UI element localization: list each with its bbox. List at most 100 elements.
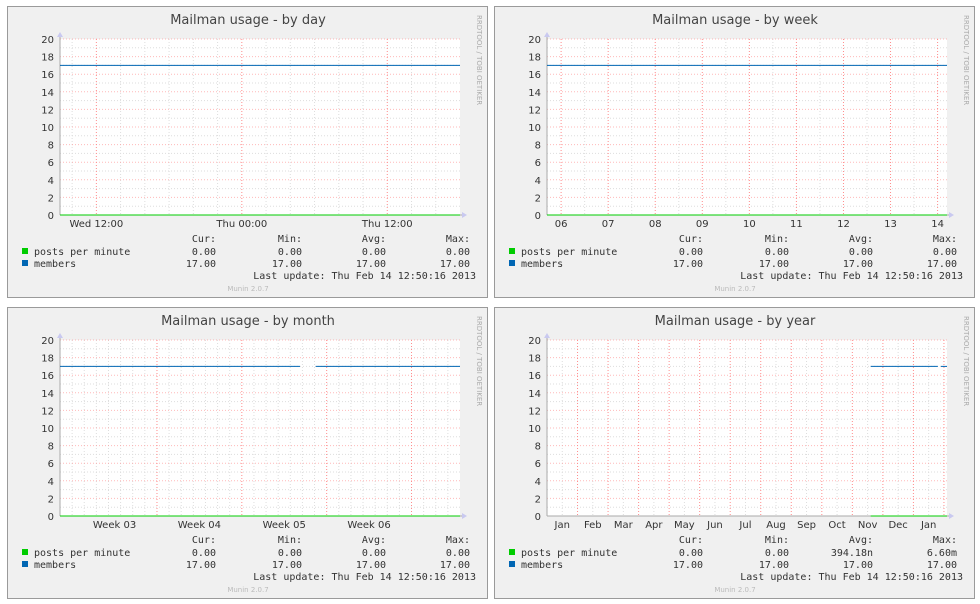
x-axis-arrow: [462, 513, 467, 519]
rrdtool-watermark: RRDTOOL / TOBI OETIKER: [475, 316, 483, 406]
y-tick-label: 18: [528, 53, 541, 64]
legend-label: members: [521, 259, 563, 270]
legend-value-avg: 17.00: [356, 259, 386, 270]
x-tick-label: Thu 00:00: [215, 219, 267, 230]
x-tick-label: 12: [837, 219, 850, 230]
legend-header-max: Max:: [933, 234, 957, 245]
legend-header-min: Min:: [765, 234, 789, 245]
y-tick-label: 12: [528, 406, 541, 417]
y-tick-label: 18: [528, 354, 541, 365]
graph-by-year: Mailman usage - by year RRDTOOL / TOBI OE…: [494, 307, 975, 599]
chart-title: Mailman usage - by day: [170, 13, 326, 28]
legend-label: members: [34, 259, 76, 270]
y-tick-label: 20: [41, 336, 54, 347]
legend-value-min: 17.00: [759, 259, 789, 270]
legend-header-cur: Cur:: [192, 234, 216, 245]
y-tick-label: 12: [528, 105, 541, 116]
legend-value-min: 0.00: [765, 247, 789, 258]
legend-header-cur: Cur:: [679, 234, 703, 245]
x-tick-label: May: [674, 520, 695, 531]
munin-version: Munin 2.0.7: [714, 586, 755, 594]
x-tick-label: 08: [649, 219, 662, 230]
graph-by-week: Mailman usage - by week RRDTOOL / TOBI OE…: [494, 6, 975, 298]
legend-value-min: 0.00: [278, 247, 302, 258]
y-axis-arrow: [57, 32, 63, 37]
y-tick-label: 4: [48, 477, 54, 488]
x-tick-label: 10: [743, 219, 756, 230]
y-axis-arrow: [544, 333, 550, 338]
last-update-label: Last update:: [740, 271, 818, 282]
y-tick-label: 20: [41, 35, 54, 46]
y-tick-label: 6: [535, 459, 541, 470]
legend-swatch-posts-per-minute: [509, 248, 515, 254]
legend-swatch-posts-per-minute: [22, 248, 28, 254]
legend-value-min: 17.00: [759, 560, 789, 571]
y-tick-label: 14: [528, 88, 541, 99]
rrdtool-watermark: RRDTOOL / TOBI OETIKER: [962, 15, 970, 105]
legend-header-avg: Avg:: [362, 234, 386, 245]
legend-value-cur: 0.00: [192, 247, 216, 258]
x-tick-label: Week 06: [347, 520, 390, 531]
legend-value-max: 17.00: [927, 560, 957, 571]
y-axis-arrow: [57, 333, 63, 338]
chart-svg: Mailman usage - by month RRDTOOL / TOBI O…: [22, 314, 483, 594]
legend-label: posts per minute: [521, 548, 617, 559]
y-tick-label: 8: [48, 141, 54, 152]
chart-title: Mailman usage - by year: [655, 314, 816, 329]
chart-svg: Mailman usage - by day RRDTOOL / TOBI OET…: [22, 13, 483, 293]
chart-title: Mailman usage - by week: [652, 13, 818, 28]
x-axis-arrow: [462, 212, 467, 218]
y-tick-label: 16: [41, 70, 54, 81]
x-tick-label: Sep: [797, 520, 816, 531]
x-axis-arrow: [949, 212, 954, 218]
graph-by-day: Mailman usage - by day RRDTOOL / TOBI OET…: [7, 6, 488, 298]
y-tick-label: 10: [41, 123, 54, 134]
y-tick-label: 4: [48, 176, 54, 187]
legend-value-min: 0.00: [278, 548, 302, 559]
y-tick-label: 8: [48, 442, 54, 453]
legend-header-min: Min:: [278, 234, 302, 245]
last-update-value: Thu Feb 14 12:50:16 2013: [819, 271, 964, 282]
legend-value-avg: 0.00: [849, 247, 873, 258]
legend-swatch-members: [22, 561, 28, 567]
y-tick-label: 4: [535, 477, 541, 488]
legend-value-max: 17.00: [927, 259, 957, 270]
legend-value-max: 0.00: [446, 247, 470, 258]
x-tick-label: 07: [602, 219, 615, 230]
legend-value-cur: 17.00: [186, 259, 216, 270]
y-tick-label: 6: [535, 158, 541, 169]
last-update-value: Thu Feb 14 12:50:16 2013: [332, 271, 477, 282]
x-tick-label: Week 05: [263, 520, 306, 531]
legend-value-min: 17.00: [272, 560, 302, 571]
x-tick-label: Aug: [766, 520, 786, 531]
last-update-label: Last update:: [740, 572, 818, 583]
chart-svg: Mailman usage - by week RRDTOOL / TOBI OE…: [509, 13, 970, 293]
legend-header-avg: Avg:: [849, 535, 873, 546]
x-tick-label: 11: [790, 219, 803, 230]
legend-label: members: [521, 560, 563, 571]
legend-value-avg: 17.00: [356, 560, 386, 571]
y-tick-label: 0: [535, 211, 541, 222]
y-tick-label: 2: [48, 494, 54, 505]
last-update: Last update: Thu Feb 14 12:50:16 2013: [740, 572, 963, 583]
x-tick-label: 09: [696, 219, 709, 230]
x-tick-label: Week 04: [178, 520, 221, 531]
munin-version: Munin 2.0.7: [227, 586, 268, 594]
legend-value-cur: 17.00: [186, 560, 216, 571]
legend-label: posts per minute: [34, 247, 130, 258]
x-axis-arrow: [949, 513, 954, 519]
x-tick-label: 06: [555, 219, 568, 230]
x-tick-label: Apr: [645, 520, 663, 531]
legend-value-max: 17.00: [440, 259, 470, 270]
legend-header-cur: Cur:: [679, 535, 703, 546]
munin-version: Munin 2.0.7: [227, 285, 268, 293]
legend-header-avg: Avg:: [849, 234, 873, 245]
x-tick-label: 13: [884, 219, 897, 230]
rrdtool-watermark: RRDTOOL / TOBI OETIKER: [475, 15, 483, 105]
y-tick-label: 8: [535, 442, 541, 453]
y-tick-label: 14: [41, 389, 54, 400]
y-tick-label: 16: [528, 371, 541, 382]
chart-title: Mailman usage - by month: [161, 314, 335, 329]
legend-header-max: Max:: [446, 234, 470, 245]
rrdtool-watermark: RRDTOOL / TOBI OETIKER: [962, 316, 970, 406]
